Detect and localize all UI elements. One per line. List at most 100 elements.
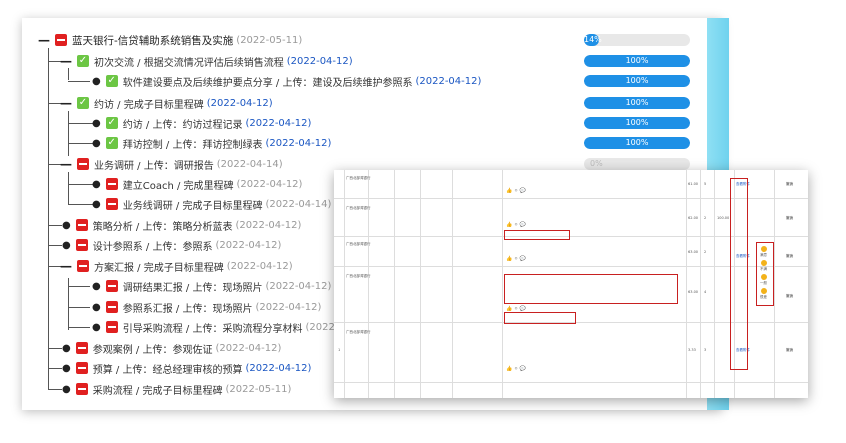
check-icon: ✓: [77, 97, 89, 109]
tree-branch: [68, 286, 90, 287]
revoke-button[interactable]: 撤销: [786, 294, 793, 299]
item-text: 采购流程 / 完成子目标里程碑: [92, 385, 223, 397]
score-cell: 63.00: [688, 290, 699, 294]
bullet-icon: ●: [62, 219, 71, 231]
item-date: (2022-04-12): [286, 55, 353, 67]
like-comment-icons[interactable]: 👍 ⚪ 💬: [506, 222, 526, 228]
check-icon: ✓: [105, 75, 118, 87]
extra-cell: 100.00: [717, 216, 730, 220]
tree-item[interactable]: ● 业务线调研 / 完成子目标里程碑 (2022-04-14): [92, 194, 331, 214]
bullet-icon: ●: [92, 178, 101, 190]
bullet-icon: ●: [62, 239, 71, 251]
revoke-button[interactable]: 撤销: [786, 348, 793, 353]
revoke-button[interactable]: 撤销: [786, 216, 793, 221]
root-title: 蓝天银行-信贷辅助系统销售及实施: [72, 34, 234, 47]
check-icon: ✓: [105, 137, 118, 149]
emoji-face-icon[interactable]: [761, 246, 767, 252]
tree-branch: [48, 348, 62, 349]
revoke-button[interactable]: 撤销: [786, 182, 793, 187]
bullet-icon: ●: [62, 342, 71, 354]
item-text: 拜访控制 / 上传：拜访控制绿表: [122, 139, 263, 151]
table-col-line: [502, 170, 503, 398]
progress-fill: 100%: [584, 55, 690, 67]
like-comment-icons[interactable]: 👍 ⚪ 💬: [506, 256, 526, 262]
progress-bar: 100%: [584, 55, 690, 67]
item-date: (2022-04-12): [265, 280, 332, 292]
item-text: 调研结果汇报 / 上传：现场照片: [122, 282, 263, 294]
status-minus-icon: [105, 321, 118, 333]
like-comment-icons[interactable]: 👍 ⚪ 💬: [506, 188, 526, 194]
tree-item[interactable]: ● 参照系汇报 / 上传：现场照片 (2022-04-12): [92, 297, 321, 317]
org-cell: 广西北部湾银行: [346, 242, 371, 246]
like-comment-icons[interactable]: 👍 ⚪ 💬: [506, 366, 526, 372]
tree-item[interactable]: ● 建立Coach / 完成里程碑 (2022-04-12): [92, 174, 302, 194]
tree-branch: [68, 307, 90, 308]
like-comment-icons[interactable]: 👍 ⚪ 💬: [506, 306, 526, 312]
progress-bar: 100%: [584, 97, 690, 109]
status-minus-icon: [75, 342, 88, 354]
tree-item[interactable]: — 业务调研 / 上传：调研报告 (2022-04-14): [60, 154, 283, 174]
emoji-face-icon[interactable]: [761, 260, 767, 266]
bullet-icon: ●: [92, 280, 101, 292]
tree-item[interactable]: ● 策略分析 / 上传：策略分析蓝表 (2022-04-12): [62, 215, 301, 235]
progress-bar: 14%: [584, 34, 690, 46]
score-cell: 3.33: [688, 348, 696, 352]
item-text: 建立Coach / 完成里程碑: [122, 180, 234, 192]
progress-fill: 100%: [584, 117, 690, 129]
bullet-icon: ●: [92, 75, 101, 87]
tree-root[interactable]: — 蓝天银行-信贷辅助系统销售及实施 (2022-05-11): [38, 30, 302, 50]
collapse-icon[interactable]: —: [60, 259, 72, 273]
status-minus-icon: [75, 219, 88, 231]
tree-item[interactable]: — ✓ 初次交流 / 根据交流情况评估后续销售流程 (2022-04-12): [60, 51, 353, 71]
tree-item[interactable]: ● 预算 / 上传：经总经理审核的预算 (2022-04-12): [62, 358, 311, 378]
bullet-icon: ●: [62, 383, 71, 395]
item-date: (2022-04-14): [216, 158, 283, 170]
item-date: (2022-04-12): [255, 301, 322, 313]
bullet-icon: ●: [62, 362, 71, 374]
item-date: (2022-05-11): [225, 383, 292, 395]
tree-item[interactable]: ● 参观案例 / 上传：参观佐证 (2022-04-12): [62, 338, 281, 358]
item-text: 软件建设要点及后续维护要点分享 / 上传：建设及后续维护参照系: [122, 77, 413, 89]
collapse-icon[interactable]: —: [60, 54, 72, 68]
emoji-face-icon[interactable]: [761, 274, 767, 280]
item-date: (2022-04-12): [245, 362, 312, 374]
face-label: 一般: [760, 281, 767, 285]
face-label: 不满: [760, 267, 767, 271]
table-col-line: [452, 170, 453, 398]
table-col-line: [394, 170, 395, 398]
tree-item[interactable]: — ✓ 约访 / 完成子目标里程碑 (2022-04-12): [60, 93, 273, 113]
collapse-icon[interactable]: —: [60, 96, 72, 110]
revoke-button[interactable]: 撤销: [786, 254, 793, 259]
item-date: (2022-04-12): [215, 239, 282, 251]
tree-item[interactable]: ● ✓ 软件建设要点及后续维护要点分享 / 上传：建设及后续维护参照系 (202…: [92, 71, 481, 91]
progress-bar: 100%: [584, 75, 690, 87]
status-minus-icon: [55, 34, 67, 46]
tree-item[interactable]: ● 设计参照系 / 上传：参照系 (2022-04-12): [62, 235, 281, 255]
item-date: (2022-04-12): [265, 137, 332, 149]
collapse-icon[interactable]: —: [38, 33, 50, 47]
count-cell: 2: [704, 250, 707, 254]
status-minus-icon: [75, 383, 88, 395]
table-col-line: [774, 170, 775, 398]
row-index: 1: [338, 348, 341, 352]
status-minus-icon: [77, 260, 89, 272]
highlight-box: [504, 230, 570, 240]
item-text: 约访 / 完成子目标里程碑: [94, 99, 204, 111]
tree-item[interactable]: ● 引导采购流程 / 上传：采购流程分享材料 (2022-04-12): [92, 317, 371, 337]
tree-item[interactable]: ● ✓ 约访 / 上传：约访过程记录 (2022-04-12): [92, 113, 311, 133]
check-icon: ✓: [77, 55, 89, 67]
highlight-box: [504, 274, 678, 304]
emoji-face-icon[interactable]: [761, 288, 767, 294]
table-col-line: [700, 170, 701, 398]
item-text: 预算 / 上传：经总经理审核的预算: [92, 364, 243, 376]
item-date: (2022-04-12): [226, 260, 293, 272]
item-text: 初次交流 / 根据交流情况评估后续销售流程: [94, 57, 284, 69]
tree-item[interactable]: ● 采购流程 / 完成子目标里程碑 (2022-05-11): [62, 379, 291, 399]
tree-item[interactable]: ● ✓ 拜访控制 / 上传：拜访控制绿表 (2022-04-12): [92, 133, 331, 153]
tree-item[interactable]: — 方案汇报 / 完成子目标里程碑 (2022-04-12): [60, 256, 293, 276]
collapse-icon[interactable]: —: [60, 157, 72, 171]
tree-item[interactable]: ● 调研结果汇报 / 上传：现场照片 (2022-04-12): [92, 276, 331, 296]
table-col-line: [368, 170, 369, 398]
tree-branch: [48, 245, 62, 246]
score-cell: 63.00: [688, 250, 699, 254]
